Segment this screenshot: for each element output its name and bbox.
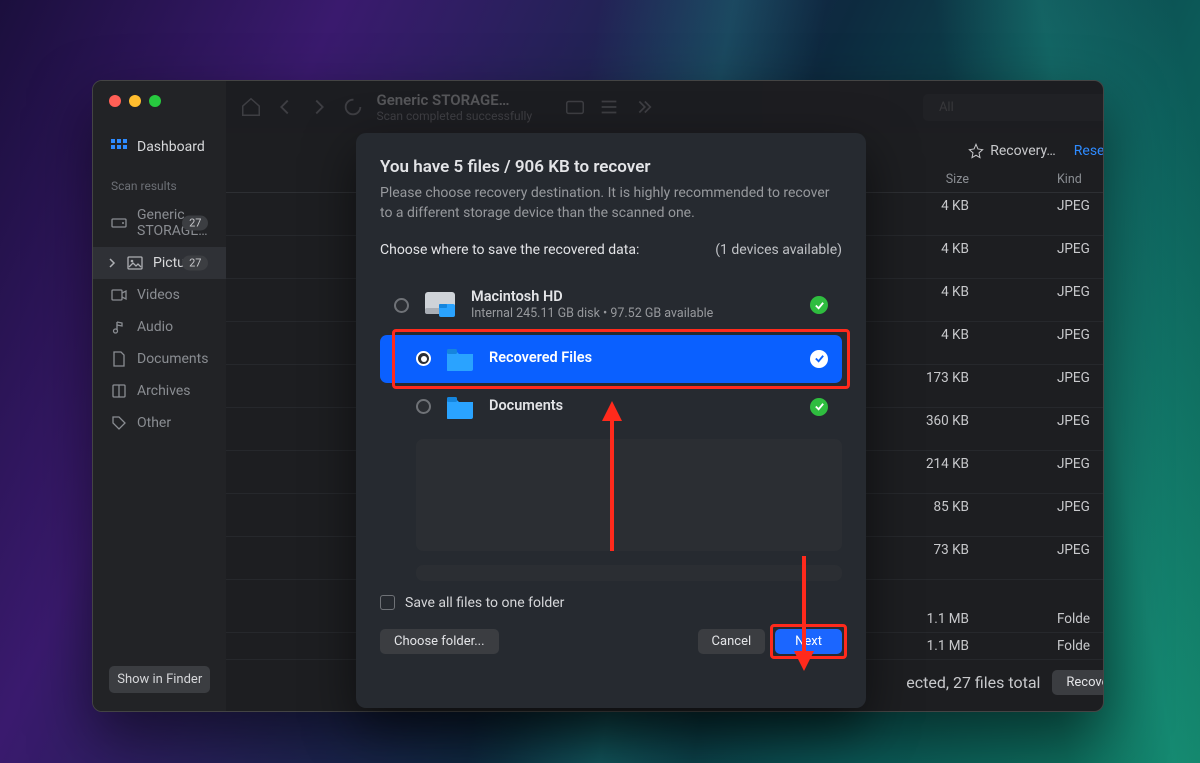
destination-empty-area <box>416 565 842 581</box>
sidebar-item-storage[interactable]: Generic STORAGE… 27 <box>93 199 226 247</box>
window-controls <box>109 95 161 107</box>
cell-kind: JPEG <box>1057 198 1104 230</box>
dialog-title: You have 5 files / 906 KB to recover <box>380 157 842 177</box>
destination-list: Macintosh HD Internal 245.11 GB disk • 9… <box>380 276 842 581</box>
sidebar-item-videos[interactable]: Videos <box>93 279 226 311</box>
cancel-button[interactable]: Cancel <box>698 629 766 654</box>
destination-name: Macintosh HD <box>471 288 713 307</box>
cell-kind: JPEG <box>1057 542 1104 574</box>
maximize-icon[interactable] <box>149 95 161 107</box>
devices-hint: (1 devices available) <box>715 242 842 258</box>
title-block: Generic STORAGE… Scan completed successf… <box>376 91 532 123</box>
window-subtitle: Scan completed successfully <box>376 109 532 123</box>
choose-folder-button[interactable]: Choose folder... <box>380 629 499 654</box>
selection-status: ected, 27 files total <box>906 673 1040 692</box>
search-field[interactable]: ✕ <box>923 94 1104 121</box>
cell-kind: JPEG <box>1057 456 1104 488</box>
recovery-label: Recovery… <box>990 143 1056 159</box>
check-icon <box>810 398 828 416</box>
cell-kind: JPEG <box>1057 370 1104 402</box>
sidebar-item-label: Documents <box>137 351 208 367</box>
checkbox-label: Save all files to one folder <box>405 595 564 611</box>
count-badge: 27 <box>182 256 208 271</box>
video-icon <box>111 287 127 303</box>
sidebar-item-other[interactable]: Other <box>93 407 226 439</box>
document-icon <box>111 351 127 367</box>
sidebar-item-documents[interactable]: Documents <box>93 343 226 375</box>
cell-kind: JPEG <box>1057 284 1104 316</box>
grid-icon <box>111 139 127 155</box>
check-icon <box>810 350 828 368</box>
sidebar-item-archives[interactable]: Archives <box>93 375 226 407</box>
show-in-finder-button[interactable]: Show in Finder <box>109 666 210 693</box>
destination-meta: Internal 245.11 GB disk • 97.52 GB avail… <box>471 306 713 322</box>
chevron-right-icon[interactable] <box>308 96 330 118</box>
destination-empty-area <box>416 439 842 551</box>
recovery-destination-dialog: You have 5 files / 906 KB to recover Ple… <box>356 133 866 708</box>
destination-recovered-files[interactable]: Recovered Files <box>380 335 842 383</box>
image-icon <box>127 255 143 271</box>
folder-icon <box>445 347 475 371</box>
destination-macintosh-hd[interactable]: Macintosh HD Internal 245.11 GB disk • 9… <box>380 276 842 335</box>
folder-icon <box>445 395 475 419</box>
sidebar-item-dashboard[interactable]: Dashboard <box>93 131 226 163</box>
cell-kind: JPEG <box>1057 241 1104 273</box>
recovery-dropdown[interactable]: Recovery… <box>968 143 1056 159</box>
sidebar-item-audio[interactable]: Audio <box>93 311 226 343</box>
sidebar-item-label: Videos <box>137 287 180 303</box>
tag-icon <box>111 415 127 431</box>
sidebar-item-label: Other <box>137 415 171 431</box>
spinner-icon <box>342 96 364 118</box>
archive-icon <box>111 383 127 399</box>
home-icon[interactable] <box>240 96 262 118</box>
destination-name: Documents <box>489 397 563 416</box>
cell-kind: JPEG <box>1057 327 1104 359</box>
reset-all-link[interactable]: Reset all <box>1074 143 1104 159</box>
toolbar: Generic STORAGE… Scan completed successf… <box>226 81 1104 133</box>
minimize-icon[interactable] <box>129 95 141 107</box>
sidebar: Dashboard Scan results Generic STORAGE… … <box>93 81 226 711</box>
sidebar-item-pictures[interactable]: Pictures 27 <box>93 247 226 279</box>
destination-name: Recovered Files <box>489 349 592 368</box>
save-one-folder-checkbox[interactable]: Save all files to one folder <box>380 595 842 611</box>
list-view-icon[interactable] <box>598 96 620 118</box>
next-button[interactable]: Next <box>775 629 842 654</box>
sidebar-item-label: Audio <box>137 319 173 335</box>
radio-icon[interactable] <box>416 399 431 414</box>
radio-icon[interactable] <box>394 298 409 313</box>
disk-icon <box>423 290 457 320</box>
more-icon[interactable] <box>632 96 654 118</box>
col-kind[interactable]: Kind <box>1057 172 1104 187</box>
radio-icon[interactable] <box>416 351 431 366</box>
checkbox-icon[interactable] <box>380 595 395 610</box>
cell-kind: JPEG <box>1057 413 1104 445</box>
sidebar-section-label: Scan results <box>93 163 226 199</box>
cell-kind: Folde <box>1057 611 1104 627</box>
destination-documents[interactable]: Documents <box>380 383 842 431</box>
music-note-icon <box>111 319 127 335</box>
sidebar-item-label: Archives <box>137 383 191 399</box>
sidebar-item-label: Dashboard <box>137 139 205 155</box>
check-icon <box>810 296 828 314</box>
cell-kind: Folde <box>1057 638 1104 654</box>
close-icon[interactable] <box>109 95 121 107</box>
star-icon <box>968 143 984 159</box>
search-input[interactable] <box>939 100 1104 115</box>
count-badge: 27 <box>182 216 208 231</box>
drive-icon <box>111 215 127 231</box>
dialog-subtitle: Please choose recovery destination. It i… <box>380 183 842 224</box>
chevron-left-icon[interactable] <box>274 96 296 118</box>
window-title: Generic STORAGE… <box>376 91 532 109</box>
choose-label: Choose where to save the recovered data: <box>380 242 639 258</box>
folder-view-icon[interactable] <box>564 96 586 118</box>
chevron-right-icon <box>107 258 117 268</box>
recover-button[interactable]: Recover <box>1052 670 1104 695</box>
cell-kind: JPEG <box>1057 499 1104 531</box>
